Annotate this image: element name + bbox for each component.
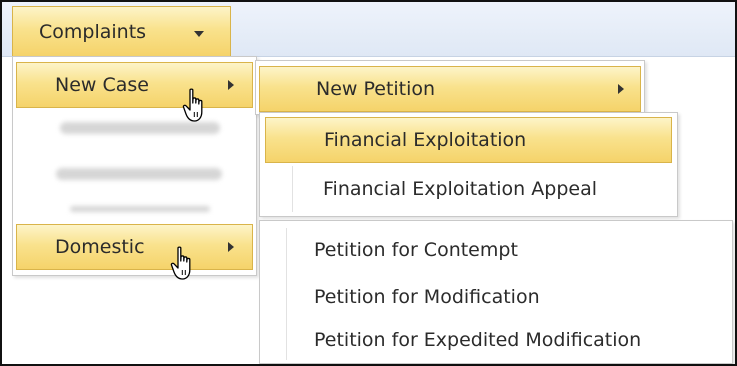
menu-item-petition-contempt-label: Petition for Contempt xyxy=(314,239,518,261)
menu-item-financial-exploitation[interactable]: Financial Exploitation xyxy=(265,117,672,163)
menu-item-petition-contempt[interactable]: Petition for Contempt xyxy=(262,229,730,271)
menu-item-petition-modification[interactable]: Petition for Modification xyxy=(262,276,730,318)
menu-item-domestic-label: Domestic xyxy=(55,236,145,258)
menu-item-new-case-label: New Case xyxy=(55,74,149,96)
menu-item-financial-exploitation-appeal-label: Financial Exploitation Appeal xyxy=(323,178,597,200)
hand-pointer-cursor-icon xyxy=(182,88,203,122)
menu-item-petition-expedited-modification-label: Petition for Expedited Modification xyxy=(314,329,642,351)
menu-item-financial-exploitation-appeal[interactable]: Financial Exploitation Appeal xyxy=(265,166,672,212)
chevron-right-icon xyxy=(618,84,624,94)
menu-item-new-case[interactable]: New Case xyxy=(16,62,253,108)
menu-item-new-petition-label: New Petition xyxy=(316,78,436,100)
chevron-right-icon xyxy=(228,242,234,252)
chevron-right-icon xyxy=(228,80,234,90)
menu-item-new-petition[interactable]: New Petition xyxy=(259,66,641,112)
obscured-menu-item xyxy=(56,168,222,180)
menu-item-financial-exploitation-label: Financial Exploitation xyxy=(324,129,527,151)
menu-item-petition-modification-label: Petition for Modification xyxy=(314,286,540,308)
chevron-down-icon xyxy=(194,31,204,37)
hand-pointer-cursor-icon xyxy=(170,246,191,280)
menu-item-petition-expedited-modification[interactable]: Petition for Expedited Modification xyxy=(262,319,730,361)
menu-item-domestic[interactable]: Domestic xyxy=(16,224,253,270)
menu-complaints-label: Complaints xyxy=(39,20,147,43)
obscured-menu-item xyxy=(70,206,210,212)
